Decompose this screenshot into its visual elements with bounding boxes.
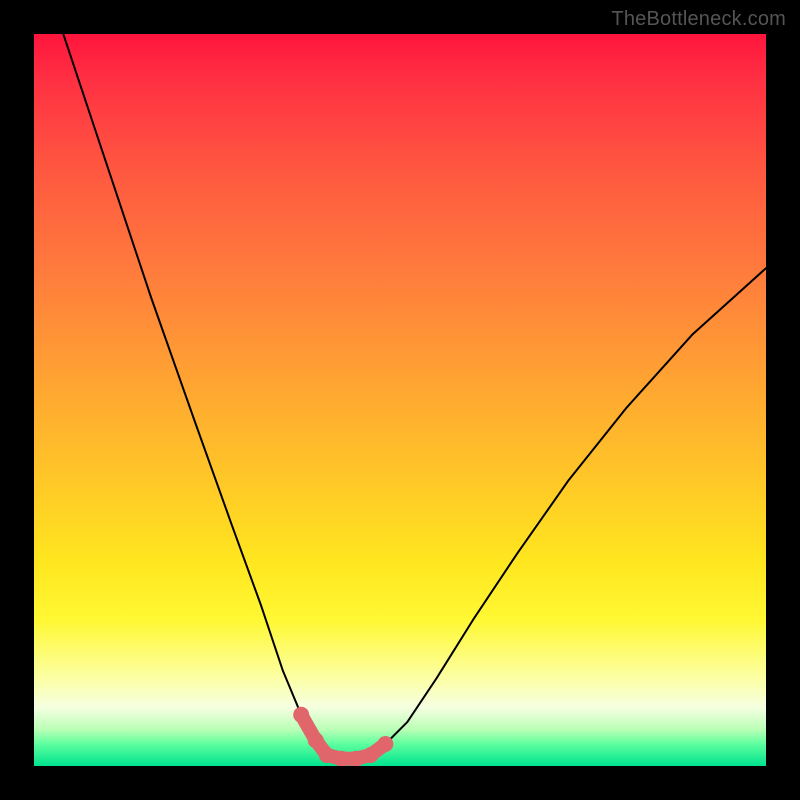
bottleneck-curve-path xyxy=(63,34,766,759)
marker-dot xyxy=(377,736,393,752)
curve-svg xyxy=(34,34,766,766)
marker-dot xyxy=(293,707,309,723)
chart-frame: TheBottleneck.com xyxy=(0,0,800,800)
plot-area xyxy=(34,34,766,766)
watermark-label: TheBottleneck.com xyxy=(611,8,786,31)
marker-dot xyxy=(333,751,349,766)
marker-dot xyxy=(363,747,379,763)
marker-dot xyxy=(308,732,324,748)
marker-dot xyxy=(319,747,335,763)
marker-dot xyxy=(348,751,364,766)
